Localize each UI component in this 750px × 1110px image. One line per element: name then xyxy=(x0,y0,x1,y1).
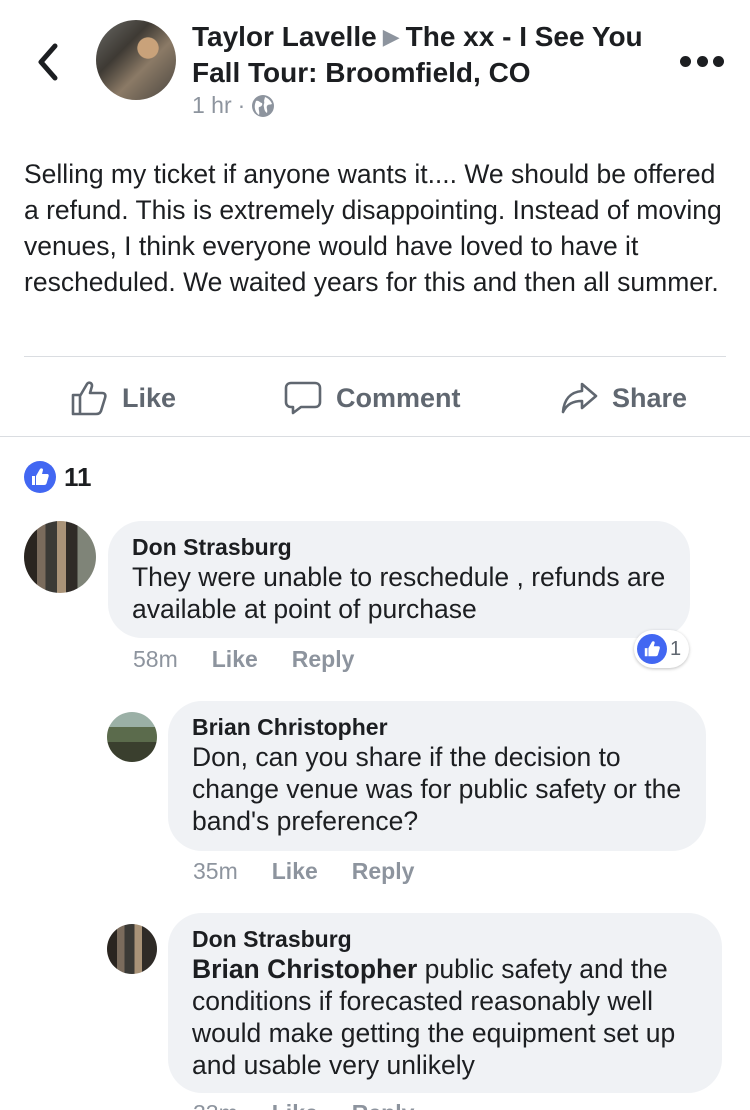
comment-button[interactable]: Comment xyxy=(284,379,461,417)
comment-meta: 33m Like Reply xyxy=(193,1100,414,1110)
commenter-avatar[interactable] xyxy=(107,924,157,974)
comment-author[interactable]: Don Strasburg xyxy=(132,533,666,561)
author-name[interactable]: Taylor Lavelle xyxy=(192,21,377,52)
divider xyxy=(0,436,750,437)
post-meta: 1 hr · xyxy=(192,92,275,119)
comment-reaction-badge[interactable]: 1 xyxy=(634,630,690,668)
comment-bubble: Don Strasburg Brian Christopher public s… xyxy=(168,913,722,1093)
comment-bubble: Don Strasburg They were unable to resche… xyxy=(108,521,690,638)
share-icon xyxy=(561,382,598,414)
comment-reply-button[interactable]: Reply xyxy=(292,646,355,673)
more-dot xyxy=(713,55,724,67)
comment-like-button[interactable]: Like xyxy=(272,858,318,885)
like-label: Like xyxy=(122,382,177,413)
comment-text: Brian Christopher public safety and the … xyxy=(192,953,698,1081)
comment-time[interactable]: 35m xyxy=(193,858,238,885)
mention-tag[interactable]: Brian Christopher xyxy=(192,954,417,984)
comment-meta: 58m Like Reply xyxy=(133,646,354,673)
comment-text: Don, can you share if the decision to ch… xyxy=(192,742,682,836)
comment-icon xyxy=(284,381,322,415)
comment-meta: 35m Like Reply xyxy=(193,858,414,885)
comment-reply-button[interactable]: Reply xyxy=(352,858,415,885)
commenter-avatar[interactable] xyxy=(24,521,96,593)
comment-like-button[interactable]: Like xyxy=(272,1100,318,1110)
share-button[interactable]: Share xyxy=(560,379,687,417)
arrow-icon: ▶ xyxy=(382,24,400,49)
post-time[interactable]: 1 hr xyxy=(192,92,232,119)
comment-reaction-count: 1 xyxy=(670,637,682,660)
comment-like-button[interactable]: Like xyxy=(212,646,258,673)
globe-icon xyxy=(252,94,275,117)
comment-author[interactable]: Brian Christopher xyxy=(192,713,682,741)
author-avatar[interactable] xyxy=(96,20,176,100)
post-title: Taylor Lavelle ▶ The xx - I See You Fall T… xyxy=(192,20,672,90)
more-dot xyxy=(696,55,708,67)
post-header: Taylor Lavelle ▶ The xx - I See You Fall T… xyxy=(0,0,750,130)
thumbs-up-icon xyxy=(637,634,667,664)
comment-text: They were unable to reschedule , refunds… xyxy=(132,562,666,624)
more-options-button[interactable] xyxy=(680,52,724,70)
comment-bubble: Brian Christopher Don, can you share if … xyxy=(168,701,706,851)
chevron-left-icon xyxy=(38,43,58,81)
more-dot xyxy=(680,55,691,67)
comment-time[interactable]: 33m xyxy=(193,1100,238,1110)
commenter-avatar[interactable] xyxy=(107,712,157,762)
thumbs-up-outline-icon xyxy=(71,381,107,416)
thumbs-up-icon xyxy=(24,461,56,493)
comment-label: Comment xyxy=(336,382,461,413)
reaction-count: 11 xyxy=(64,461,92,492)
comment-author[interactable]: Don Strasburg xyxy=(192,925,698,953)
comment-time[interactable]: 58m xyxy=(133,646,178,673)
meta-separator: · xyxy=(237,92,246,118)
post-actions: Like Comment Share xyxy=(0,357,750,436)
post-text: Selling my ticket if anyone wants it....… xyxy=(24,159,722,297)
like-button[interactable]: Like xyxy=(70,379,176,417)
back-button[interactable] xyxy=(30,40,66,84)
comment-reply-button[interactable]: Reply xyxy=(352,1100,415,1110)
reaction-summary[interactable]: 11 xyxy=(24,461,92,493)
share-label: Share xyxy=(612,382,688,413)
